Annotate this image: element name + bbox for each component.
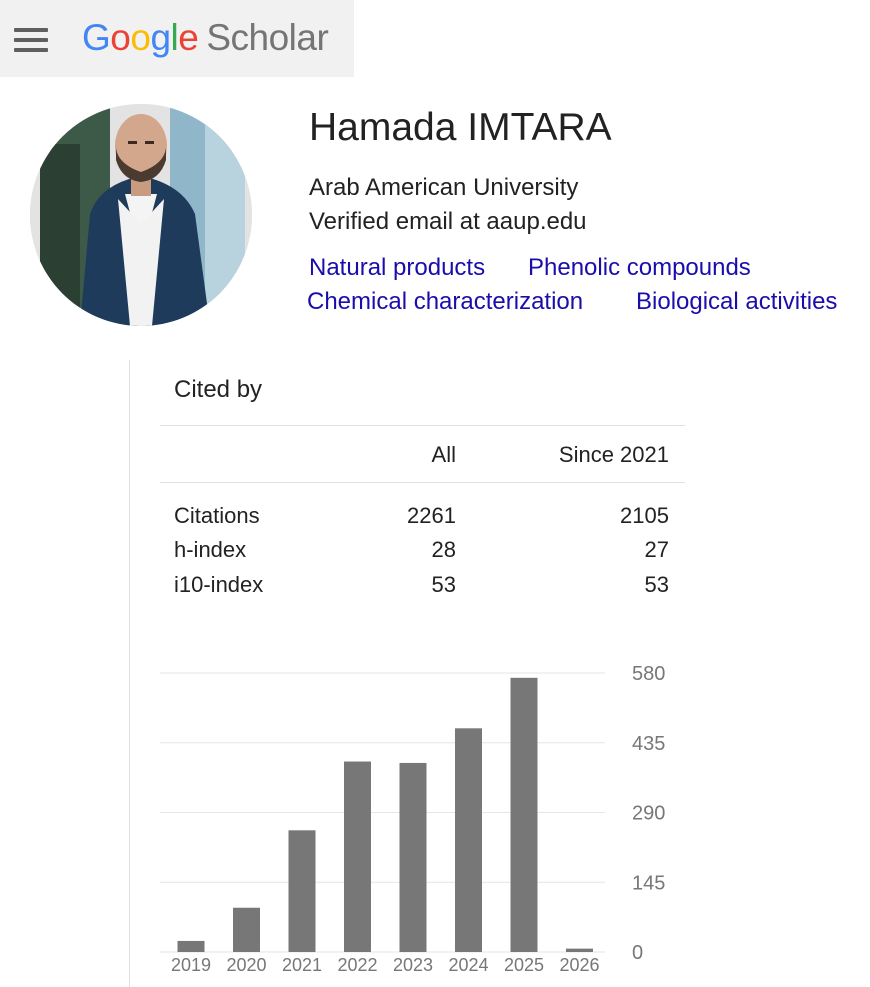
cited-by-title: Cited by bbox=[174, 376, 263, 403]
bar-2020[interactable] bbox=[233, 907, 260, 952]
metric-label-i10-index[interactable]: i10-index bbox=[174, 572, 263, 598]
profile-name: Hamada IMTARA bbox=[309, 106, 612, 149]
verified-email-note: Verified email at aaup.edu bbox=[309, 208, 587, 235]
logo-letter: g bbox=[150, 17, 171, 58]
bar-2021[interactable] bbox=[288, 830, 316, 952]
profile-affiliation: Arab American University bbox=[309, 174, 579, 201]
bar-2025[interactable] bbox=[510, 677, 538, 952]
interest-link[interactable]: Chemical characterization bbox=[307, 288, 583, 316]
logo-letter: G bbox=[82, 17, 111, 58]
metric-value-since: 53 bbox=[644, 572, 669, 597]
hamburger-menu-icon[interactable] bbox=[14, 28, 50, 52]
column-header: All bbox=[431, 442, 456, 467]
metric-value-since: 27 bbox=[644, 537, 669, 562]
interest-link[interactable]: Phenolic compounds bbox=[528, 254, 751, 282]
bar-2026[interactable] bbox=[566, 948, 593, 952]
interest-link[interactable]: Biological activities bbox=[636, 288, 837, 316]
logo-product-name: Scholar bbox=[206, 17, 329, 58]
google-scholar-logo[interactable]: Google Scholar bbox=[82, 14, 329, 62]
metric-label-h-index[interactable]: h-index bbox=[174, 537, 246, 563]
metric-value-all: 53 bbox=[431, 572, 456, 597]
profile-photo-image bbox=[30, 104, 252, 326]
profile-photo bbox=[30, 104, 252, 326]
bar-2019[interactable] bbox=[177, 940, 205, 952]
logo-letter: o bbox=[110, 17, 131, 58]
divider bbox=[160, 425, 685, 426]
interest-link[interactable]: Natural products bbox=[309, 254, 485, 282]
divider bbox=[160, 482, 685, 483]
logo-letter: o bbox=[130, 17, 151, 58]
bar-2024[interactable] bbox=[455, 728, 482, 952]
top-bar: Google Scholar bbox=[0, 0, 354, 77]
metric-value-since: 2105 bbox=[620, 503, 669, 528]
column-header: Since 2021 bbox=[558, 442, 669, 467]
metric-label-citations[interactable]: Citations bbox=[174, 503, 260, 529]
logo-letter: e bbox=[178, 17, 199, 58]
metric-value-all: 2261 bbox=[407, 503, 456, 528]
bar-2023[interactable] bbox=[399, 762, 427, 952]
bar-2022[interactable] bbox=[344, 761, 371, 952]
metric-value-all: 28 bbox=[431, 537, 456, 562]
